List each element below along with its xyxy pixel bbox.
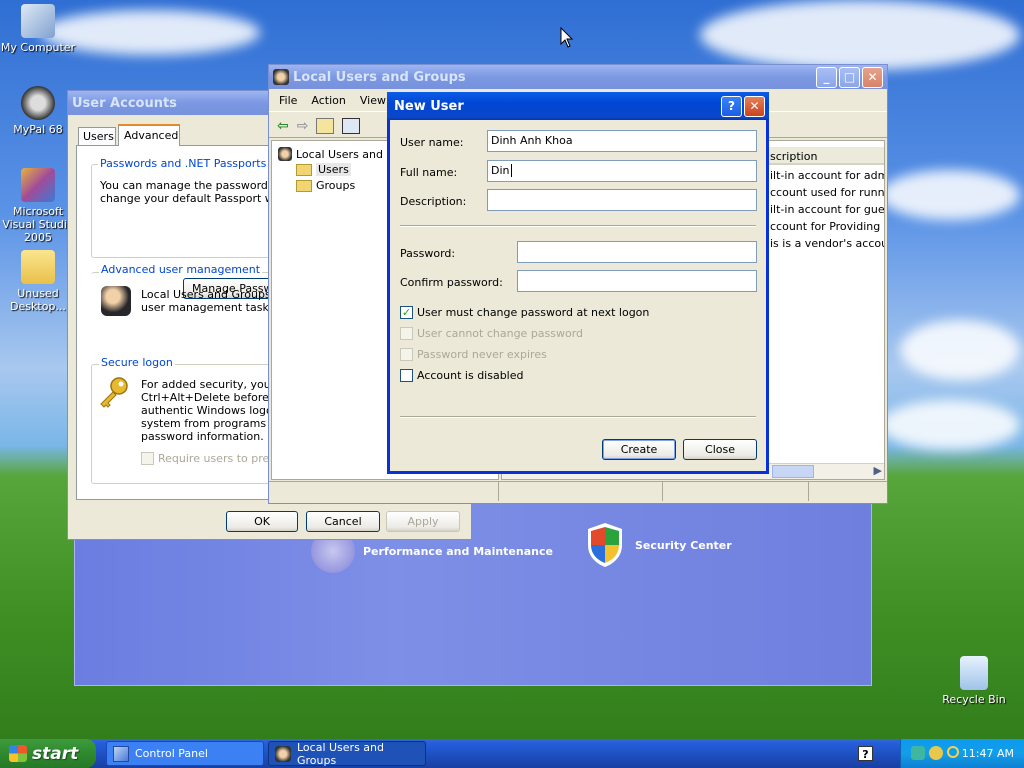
show-tree-icon[interactable] (342, 117, 361, 134)
description-input[interactable] (487, 189, 757, 211)
username-label: User name: (400, 136, 464, 149)
recycle-bin-icon (960, 656, 988, 690)
list-row[interactable]: ilt-in account for guest a (770, 203, 884, 216)
checkmark-icon: ✓ (400, 306, 413, 319)
advanced-management-title: Advanced user management (99, 263, 263, 276)
new-user-titlebar[interactable]: New User ? ✕ (387, 92, 769, 120)
create-button[interactable]: Create (602, 439, 676, 460)
maximize-button[interactable]: □ (839, 66, 860, 88)
checkbox-box (141, 452, 154, 465)
close-button[interactable]: ✕ (862, 66, 883, 88)
cannot-change-password-checkbox[interactable]: User cannot change password (400, 327, 583, 340)
list-row[interactable]: ilt-in account for adminis (770, 169, 884, 182)
menu-view[interactable]: View (360, 94, 386, 107)
must-change-password-checkbox[interactable]: ✓ User must change password at next logo… (400, 306, 649, 319)
fullname-input[interactable]: Din (487, 160, 757, 182)
account-disabled-checkbox[interactable]: Account is disabled (400, 369, 524, 382)
control-panel-item-security[interactable]: Security Center (585, 521, 732, 569)
shield-icon (588, 523, 622, 567)
checkbox-box (400, 369, 413, 382)
close-dialog-button[interactable]: Close (683, 439, 757, 460)
help-icon[interactable]: ? (858, 746, 873, 761)
users-groups-title-icon (273, 69, 289, 85)
window-title: Local Users and Groups (293, 69, 466, 85)
separator (400, 225, 756, 227)
dialog-title: New User (394, 98, 464, 114)
help-button[interactable]: ? (721, 95, 742, 117)
mouse-cursor-icon (560, 27, 574, 48)
password-input[interactable] (517, 241, 757, 263)
taskbar-item-control-panel[interactable]: Control Panel (106, 741, 264, 766)
scrollbar-thumb[interactable] (772, 465, 814, 478)
status-bar (269, 481, 887, 501)
system-tray: 11:47 AM (900, 739, 1024, 768)
clock[interactable]: 11:47 AM (962, 747, 1014, 760)
close-button[interactable]: ✕ (744, 95, 765, 117)
apply-button[interactable]: Apply (386, 511, 460, 532)
visual-studio-icon (21, 168, 55, 202)
back-arrow-icon[interactable]: ⇦ (277, 118, 289, 134)
username-input[interactable]: Dinh Anh Khoa (487, 130, 757, 152)
text-caret (510, 164, 512, 177)
desktop-icon-my-computer[interactable]: My Computer (0, 4, 78, 54)
taskbar: start Control Panel Local Users and Grou… (0, 739, 1024, 768)
cancel-button[interactable]: Cancel (306, 511, 380, 532)
users-groups-icon (275, 746, 291, 762)
tab-advanced[interactable]: Advanced (118, 124, 180, 146)
tab-users[interactable]: Users (78, 127, 116, 145)
new-user-dialog[interactable]: New User ? ✕ User name: Dinh Anh Khoa Fu… (387, 92, 769, 474)
password-label: Password: (400, 247, 456, 260)
key-icon (100, 377, 128, 408)
taskbar-item-local-users-groups[interactable]: Local Users and Groups (268, 741, 426, 767)
raccoon-icon (21, 86, 55, 120)
checkbox-box (400, 327, 413, 340)
secure-logon-title: Secure logon (99, 356, 175, 369)
users-groups-icon (101, 286, 131, 316)
search-icon[interactable] (947, 746, 959, 758)
lusrmgr-titlebar[interactable]: Local Users and Groups _ □ ✕ (269, 65, 887, 89)
list-row[interactable]: is is a vendor's account (770, 237, 884, 250)
control-panel-icon (113, 746, 129, 762)
forward-arrow-icon[interactable]: ⇨ (297, 118, 309, 134)
separator (400, 416, 756, 418)
menu-file[interactable]: File (279, 94, 297, 107)
column-header-description[interactable]: scription (768, 147, 884, 165)
windows-logo-icon (9, 745, 27, 762)
folder-icon (296, 179, 312, 192)
desktop-icon-recycle-bin[interactable]: Recycle Bin (934, 656, 1014, 706)
computer-icon (21, 4, 55, 38)
confirm-password-label: Confirm password: (400, 276, 503, 289)
folder-open-icon (296, 163, 312, 176)
start-button[interactable]: start (0, 739, 96, 768)
checkbox-box (400, 348, 413, 361)
list-row[interactable]: ccount for Providing Rem (770, 220, 884, 233)
minimize-button[interactable]: _ (816, 66, 837, 88)
security-alert-icon[interactable] (929, 746, 943, 760)
advanced-management-text: Local Users and Groups ca user managemen… (141, 288, 287, 314)
ok-button[interactable]: OK (226, 511, 298, 532)
scroll-right-arrow-icon[interactable]: ▶ (874, 464, 882, 477)
users-groups-icon (278, 147, 292, 161)
tree-item-groups[interactable]: Groups (296, 179, 355, 192)
up-folder-icon[interactable] (316, 117, 335, 134)
list-row[interactable]: ccount used for running (770, 186, 884, 199)
network-icon[interactable] (911, 746, 925, 760)
confirm-password-input[interactable] (517, 270, 757, 292)
description-label: Description: (400, 195, 467, 208)
menu-action[interactable]: Action (311, 94, 345, 107)
password-never-expires-checkbox[interactable]: Password never expires (400, 348, 547, 361)
fullname-label: Full name: (400, 166, 458, 179)
tree-item-users[interactable]: Users (296, 163, 351, 176)
folder-icon (21, 250, 55, 284)
window-title: User Accounts (72, 95, 177, 111)
require-ctrl-alt-del-checkbox[interactable]: Require users to press (141, 452, 281, 465)
